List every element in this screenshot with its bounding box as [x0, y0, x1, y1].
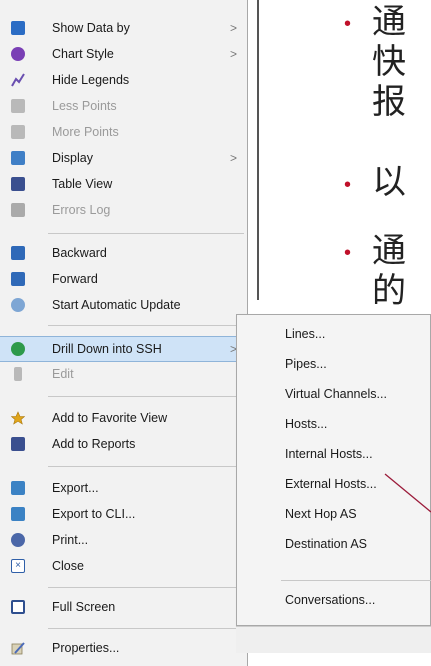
- callout-line: [384, 473, 431, 513]
